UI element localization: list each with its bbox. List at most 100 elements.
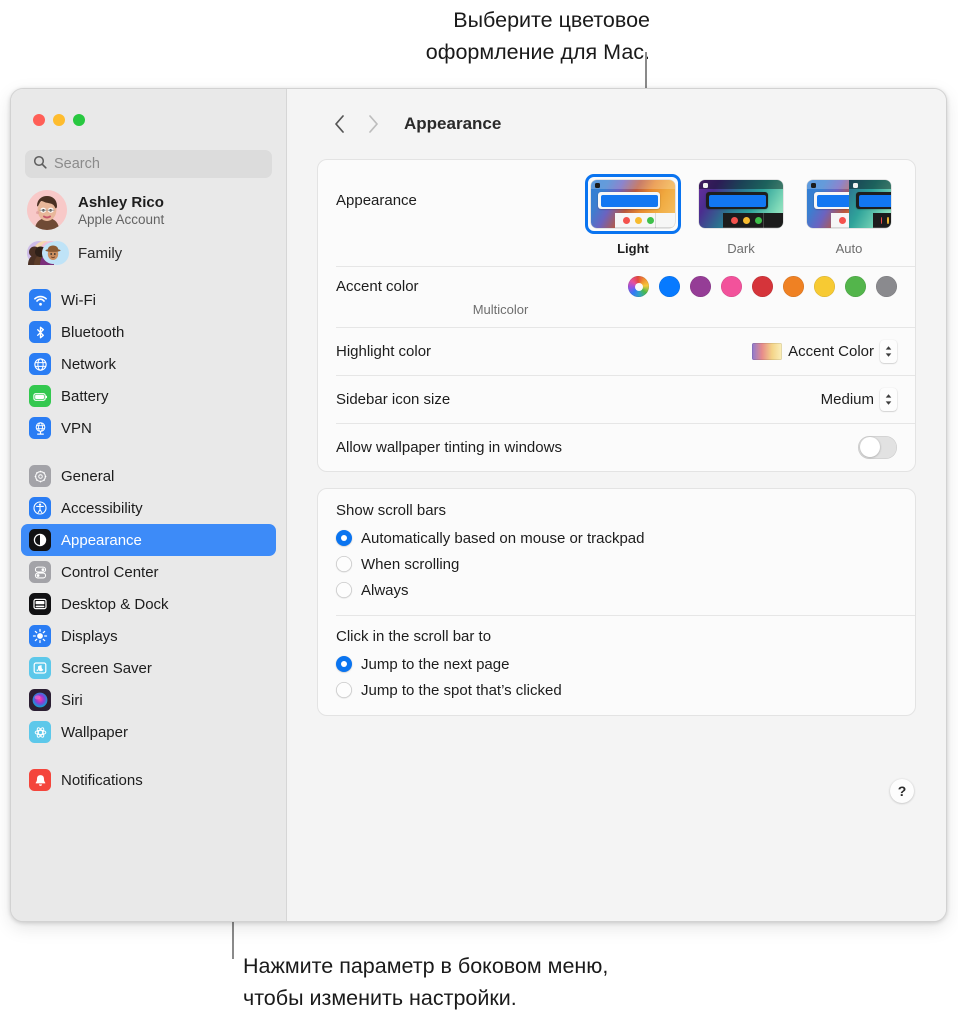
highlight-color-label: Highlight color: [336, 343, 431, 360]
sidebar-item-label: Wi-Fi: [61, 292, 96, 309]
appearance-mode-auto[interactable]: Auto: [801, 174, 897, 256]
radio-label: Jump to the spot that’s clicked: [361, 682, 562, 699]
accent-color-row: Accent color Multi: [318, 266, 915, 327]
appearance-thumb-dark[interactable]: [693, 174, 789, 234]
accent-swatch-red[interactable]: [752, 276, 773, 297]
sidebar-item-label: Displays: [61, 628, 118, 645]
sidebar-item-screen-saver[interactable]: Screen Saver: [21, 652, 276, 684]
family-label: Family: [78, 245, 122, 262]
sidebar-item-battery[interactable]: Battery: [21, 380, 276, 412]
brightness-icon: [29, 625, 51, 647]
sidebar-item-accessibility[interactable]: Accessibility: [21, 492, 276, 524]
sidebar-item-wallpaper[interactable]: Wallpaper: [21, 716, 276, 748]
avatar: [27, 190, 67, 230]
sidebar-item-label: Bluetooth: [61, 324, 124, 341]
radio-button[interactable]: [336, 530, 352, 546]
appearance-mode-options: Light: [585, 174, 897, 256]
battery-icon: [29, 385, 51, 407]
radio-label: Automatically based on mouse or trackpad: [361, 530, 644, 547]
search-input[interactable]: Search: [25, 150, 272, 178]
sidebar-group-notifications: Notifications: [21, 764, 276, 796]
radio-option-when-scrolling[interactable]: When scrolling: [336, 551, 897, 577]
sidebar-item-network[interactable]: Network: [21, 348, 276, 380]
accent-swatch-multicolor[interactable]: [628, 276, 649, 297]
notifications-icon: [29, 769, 51, 791]
siri-icon: [29, 689, 51, 711]
accent-swatch-pink[interactable]: [721, 276, 742, 297]
radio-button[interactable]: [336, 656, 352, 672]
accent-swatch-yellow[interactable]: [814, 276, 835, 297]
sidebar-item-notifications[interactable]: Notifications: [21, 764, 276, 796]
wallpaper-tinting-toggle[interactable]: [858, 436, 897, 459]
sidebar-item-siri[interactable]: Siri: [21, 684, 276, 716]
help-button[interactable]: ?: [890, 779, 914, 803]
sidebar-item-bluetooth[interactable]: Bluetooth: [21, 316, 276, 348]
accent-swatch-green[interactable]: [845, 276, 866, 297]
sidebar-item-general[interactable]: General: [21, 460, 276, 492]
appearance-thumb-light[interactable]: [585, 174, 681, 234]
appearance-settings-card: Appearance: [317, 159, 916, 472]
appearance-mode-dark[interactable]: Dark: [693, 174, 789, 256]
appearance-mode-light[interactable]: Light: [585, 174, 681, 256]
vpn-globe-icon: [29, 417, 51, 439]
sidebar-item-label: Network: [61, 356, 116, 373]
radio-label: Jump to the next page: [361, 656, 509, 673]
account-subtitle: Apple Account: [78, 212, 164, 227]
sidebar-item-label: Accessibility: [61, 500, 143, 517]
wallpaper-icon: [29, 721, 51, 743]
sidebar-icon-size-popup[interactable]: Medium: [821, 388, 897, 411]
radio-option-jump-to-spot[interactable]: Jump to the spot that’s clicked: [336, 677, 897, 703]
minimize-button[interactable]: [53, 114, 65, 126]
accessibility-icon: [29, 497, 51, 519]
close-button[interactable]: [33, 114, 45, 126]
accent-swatch-purple[interactable]: [690, 276, 711, 297]
appearance-thumb-auto[interactable]: [801, 174, 897, 234]
sidebar-item-label: VPN: [61, 420, 92, 437]
wifi-icon: [29, 289, 51, 311]
accent-swatch-orange[interactable]: [783, 276, 804, 297]
sidebar-item-label: Siri: [61, 692, 83, 709]
sidebar-group-wallpaper: Wallpaper: [21, 716, 276, 748]
accent-swatch-blue[interactable]: [659, 276, 680, 297]
chevron-right-icon[interactable]: [356, 109, 390, 139]
radio-option-jump-next-page[interactable]: Jump to the next page: [336, 651, 897, 677]
radio-button[interactable]: [336, 582, 352, 598]
sidebar-item-appearance[interactable]: Appearance: [21, 524, 276, 556]
search-placeholder: Search: [54, 156, 100, 172]
appearance-mode-row: Appearance: [318, 160, 915, 266]
scroll-bar-click-title: Click in the scroll bar to: [336, 628, 897, 645]
chevron-updown-icon[interactable]: [880, 388, 897, 411]
radio-button[interactable]: [336, 556, 352, 572]
sidebar-item-label: Wallpaper: [61, 724, 128, 741]
radio-option-automatic[interactable]: Automatically based on mouse or trackpad: [336, 525, 897, 551]
sidebar-item-desktop-and-dock[interactable]: Desktop & Dock: [21, 588, 276, 620]
sidebar-group-network: Wi-Fi Bluetooth: [21, 284, 276, 444]
radio-button[interactable]: [336, 682, 352, 698]
accent-swatch-graphite[interactable]: [876, 276, 897, 297]
appearance-icon: [29, 529, 51, 551]
accent-color-swatches: [628, 276, 897, 297]
system-settings-window: Search: [10, 88, 947, 922]
sidebar-item-vpn[interactable]: VPN: [21, 412, 276, 444]
sidebar-item-family[interactable]: Family: [21, 236, 276, 270]
sidebar-item-displays[interactable]: Displays: [21, 620, 276, 652]
radio-label: When scrolling: [361, 556, 459, 573]
radio-option-always[interactable]: Always: [336, 577, 897, 603]
chevron-left-icon[interactable]: [322, 109, 356, 139]
traffic-lights: [21, 89, 276, 126]
scroll-settings-card: Show scroll bars Automatically based on …: [317, 488, 916, 716]
show-scroll-bars-block: Show scroll bars Automatically based on …: [318, 489, 915, 615]
highlight-color-swatch: [752, 343, 782, 360]
sidebar-item-apple-account[interactable]: Ashley Rico Apple Account: [21, 178, 276, 236]
scroll-bar-click-block: Click in the scroll bar to Jump to the n…: [318, 615, 915, 715]
sidebar-item-wi-fi[interactable]: Wi-Fi: [21, 284, 276, 316]
sidebar: Search: [11, 89, 287, 921]
gear-icon: [29, 465, 51, 487]
highlight-color-popup[interactable]: Accent Color: [752, 340, 897, 363]
sidebar-item-label: General: [61, 468, 114, 485]
chevron-updown-icon[interactable]: [880, 340, 897, 363]
zoom-button[interactable]: [73, 114, 85, 126]
family-avatars-icon: [27, 240, 67, 266]
sidebar-item-control-center[interactable]: Control Center: [21, 556, 276, 588]
radio-label: Always: [361, 582, 409, 599]
